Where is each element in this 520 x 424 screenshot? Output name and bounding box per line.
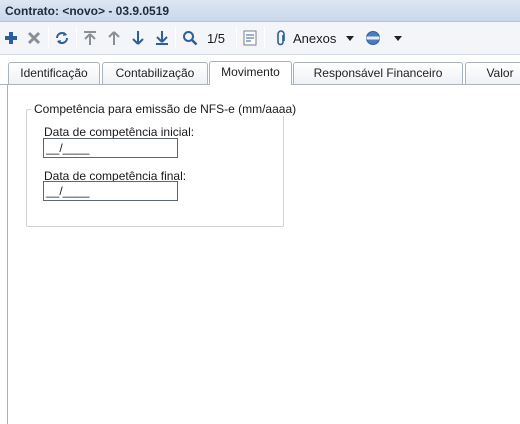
- first-record-icon[interactable]: [81, 28, 99, 48]
- tab-valor[interactable]: Valor: [465, 62, 520, 84]
- globe-icon[interactable]: [363, 28, 383, 48]
- start-date-label: Data de competência inicial:: [44, 125, 195, 139]
- tab-bar: Identificação Contabilização Movimento R…: [0, 55, 520, 85]
- start-date-input[interactable]: __/____: [43, 138, 178, 158]
- paperclip-icon[interactable]: [273, 28, 289, 48]
- previous-record-icon[interactable]: [105, 28, 123, 48]
- tab-responsavel-financeiro[interactable]: Responsável Financeiro: [293, 62, 463, 84]
- end-date-input[interactable]: __/____: [43, 181, 178, 201]
- next-record-icon[interactable]: [129, 28, 147, 48]
- toolbar: 1/5 Anexos: [0, 22, 520, 55]
- delete-icon[interactable]: [25, 28, 43, 48]
- caret-down-icon[interactable]: [343, 28, 357, 48]
- competencia-legend: Competência para emissão de NFS-e (mm/aa…: [31, 102, 300, 116]
- caret-down-icon[interactable]: [391, 28, 405, 48]
- window-title: Contrato: <novo> - 03.9.0519: [0, 0, 520, 22]
- search-icon[interactable]: [180, 28, 200, 48]
- tab-contabilizacao[interactable]: Contabilização: [102, 62, 208, 84]
- refresh-icon[interactable]: [52, 28, 72, 48]
- tab-identificacao[interactable]: Identificação: [8, 62, 100, 84]
- record-position: 1/5: [206, 30, 226, 46]
- last-record-icon[interactable]: [153, 28, 171, 48]
- spellcheck-icon[interactable]: [241, 28, 259, 48]
- add-icon[interactable]: [2, 28, 20, 48]
- attachments-button[interactable]: Anexos: [293, 28, 339, 48]
- tab-movimento[interactable]: Movimento: [209, 61, 292, 85]
